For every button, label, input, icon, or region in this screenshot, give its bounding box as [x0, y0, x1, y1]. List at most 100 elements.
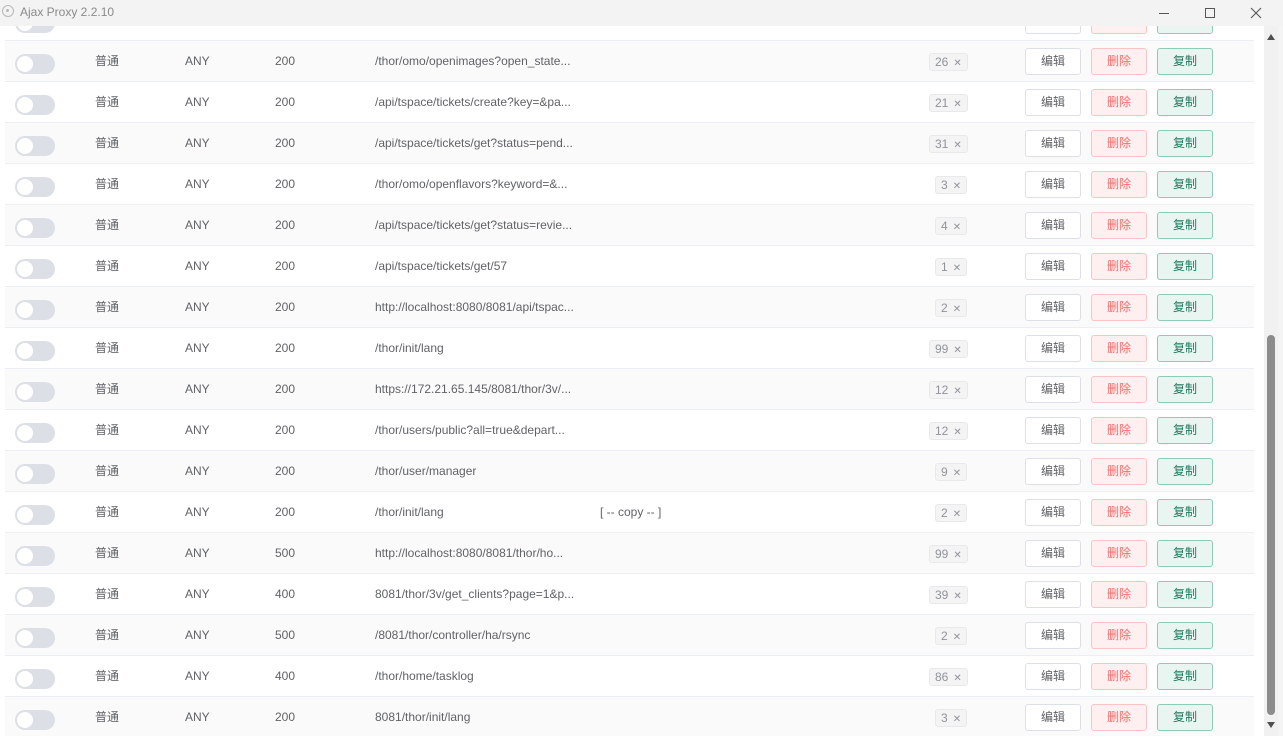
- delete-button[interactable]: 删除: [1091, 89, 1147, 116]
- hit-count: 31: [935, 137, 949, 151]
- edit-button[interactable]: 编辑: [1025, 458, 1081, 485]
- delete-button[interactable]: 删除: [1091, 704, 1147, 731]
- clear-count-icon[interactable]: ✕: [953, 427, 961, 438]
- vertical-scrollbar[interactable]: [1264, 26, 1278, 736]
- copy-button[interactable]: 复制: [1157, 48, 1213, 75]
- clear-count-icon[interactable]: ✕: [953, 550, 961, 561]
- edit-button[interactable]: 编辑: [1025, 48, 1081, 75]
- enable-toggle[interactable]: [15, 628, 55, 648]
- clear-count-icon[interactable]: ✕: [953, 714, 961, 725]
- clear-count-icon[interactable]: ✕: [953, 632, 961, 643]
- enable-toggle[interactable]: [15, 177, 55, 197]
- delete-button[interactable]: 删除: [1091, 376, 1147, 403]
- edit-button[interactable]: 编辑: [1025, 294, 1081, 321]
- edit-button[interactable]: 编辑: [1025, 622, 1081, 649]
- enable-toggle[interactable]: [15, 464, 55, 484]
- delete-button[interactable]: 删除: [1091, 458, 1147, 485]
- status-code: 500: [275, 546, 296, 560]
- enable-toggle[interactable]: [15, 669, 55, 689]
- copy-button[interactable]: 复制: [1157, 458, 1213, 485]
- edit-button[interactable]: 编辑: [1025, 171, 1081, 198]
- enable-toggle[interactable]: [15, 300, 55, 320]
- copy-button[interactable]: 复制: [1157, 622, 1213, 649]
- clear-count-icon[interactable]: ✕: [953, 345, 961, 356]
- edit-button[interactable]: 编辑: [1025, 89, 1081, 116]
- delete-button[interactable]: 删除: [1091, 335, 1147, 362]
- delete-button[interactable]: 删除: [1091, 663, 1147, 690]
- copy-button[interactable]: 复制: [1157, 253, 1213, 280]
- copy-button[interactable]: 复制: [1157, 581, 1213, 608]
- scroll-down-arrow-icon[interactable]: [1267, 722, 1275, 728]
- scrollbar-thumb[interactable]: [1267, 335, 1275, 715]
- clear-count-icon[interactable]: ✕: [953, 99, 961, 110]
- enable-toggle[interactable]: [15, 505, 55, 525]
- table-row: 普通 ANY 200/api/tspace/tickets/get?status=p…: [5, 123, 1254, 164]
- enable-toggle[interactable]: [15, 710, 55, 730]
- delete-button[interactable]: 删除: [1091, 499, 1147, 526]
- copy-button[interactable]: 复制: [1157, 663, 1213, 690]
- edit-button[interactable]: 编辑: [1025, 130, 1081, 157]
- copy-button[interactable]: 复制: [1157, 335, 1213, 362]
- enable-toggle[interactable]: [15, 95, 55, 115]
- delete-button[interactable]: 删除: [1091, 581, 1147, 608]
- clear-count-icon[interactable]: ✕: [953, 263, 961, 274]
- delete-button[interactable]: 删除: [1091, 540, 1147, 567]
- delete-button[interactable]: 删除: [1091, 253, 1147, 280]
- enable-toggle[interactable]: [15, 136, 55, 156]
- enable-toggle[interactable]: [15, 218, 55, 238]
- close-button[interactable]: [1233, 0, 1279, 26]
- clear-count-icon[interactable]: ✕: [953, 509, 961, 520]
- edit-button[interactable]: 编辑: [1025, 663, 1081, 690]
- delete-button[interactable]: 删除: [1091, 622, 1147, 649]
- edit-button[interactable]: 编辑: [1025, 376, 1081, 403]
- edit-button[interactable]: 编辑: [1025, 499, 1081, 526]
- request-url: /thor/omo/openimages?open_state...: [375, 54, 571, 68]
- edit-button[interactable]: 编辑: [1025, 417, 1081, 444]
- delete-button[interactable]: 删除: [1091, 130, 1147, 157]
- copy-button[interactable]: 复制: [1157, 376, 1213, 403]
- enable-toggle[interactable]: [15, 382, 55, 402]
- copy-button[interactable]: 复制: [1157, 171, 1213, 198]
- enable-toggle[interactable]: [15, 546, 55, 566]
- copy-button[interactable]: 复制: [1157, 540, 1213, 567]
- copy-button[interactable]: 复制: [1157, 212, 1213, 239]
- clear-count-icon[interactable]: ✕: [953, 673, 961, 684]
- copy-button[interactable]: 复制: [1157, 130, 1213, 157]
- minimize-button[interactable]: [1141, 0, 1187, 26]
- enable-toggle[interactable]: [15, 259, 55, 279]
- maximize-button[interactable]: [1187, 0, 1233, 26]
- copy-button[interactable]: 复制: [1157, 704, 1213, 731]
- edit-button[interactable]: 编辑: [1025, 335, 1081, 362]
- clear-count-icon[interactable]: ✕: [953, 140, 961, 151]
- clear-count-icon[interactable]: ✕: [953, 222, 961, 233]
- enable-toggle[interactable]: [15, 423, 55, 443]
- edit-button[interactable]: 编辑: [1025, 540, 1081, 567]
- table-row: 普通 ANY 200/thor/omo/openflavors?keyword=&.…: [5, 164, 1254, 205]
- edit-button[interactable]: 编辑: [1025, 212, 1081, 239]
- delete-button[interactable]: 删除: [1091, 417, 1147, 444]
- copy-button[interactable]: 复制: [1157, 89, 1213, 116]
- edit-button[interactable]: 编辑: [1025, 581, 1081, 608]
- copy-button[interactable]: 复制: [1157, 294, 1213, 321]
- enable-toggle[interactable]: [15, 54, 55, 74]
- enable-toggle[interactable]: [15, 341, 55, 361]
- delete-button[interactable]: 删除: [1091, 212, 1147, 239]
- delete-button[interactable]: 删除: [1091, 48, 1147, 75]
- clear-count-icon[interactable]: ✕: [953, 181, 961, 192]
- hit-count-tag: 12 ✕: [929, 422, 968, 440]
- clear-count-icon[interactable]: ✕: [953, 58, 961, 69]
- clear-count-icon[interactable]: ✕: [953, 591, 961, 602]
- enable-toggle[interactable]: [15, 587, 55, 607]
- delete-button[interactable]: 删除: [1091, 294, 1147, 321]
- delete-button[interactable]: 删除: [1091, 171, 1147, 198]
- clear-count-icon[interactable]: ✕: [953, 468, 961, 479]
- edit-button[interactable]: 编辑: [1025, 704, 1081, 731]
- clear-count-icon[interactable]: ✕: [953, 386, 961, 397]
- hit-count-tag: 4 ✕: [935, 217, 968, 235]
- copy-button[interactable]: 复制: [1157, 417, 1213, 444]
- scroll-up-arrow-icon[interactable]: [1267, 34, 1275, 40]
- clear-count-icon[interactable]: ✕: [953, 304, 961, 315]
- copy-button[interactable]: 复制: [1157, 499, 1213, 526]
- edit-button[interactable]: 编辑: [1025, 253, 1081, 280]
- request-url: /thor/init/lang: [375, 341, 444, 355]
